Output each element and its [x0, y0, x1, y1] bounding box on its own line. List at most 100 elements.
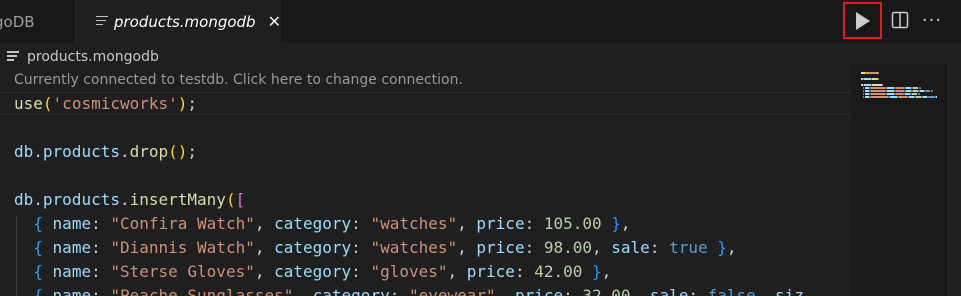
code-token: "gloves"	[370, 262, 448, 281]
tab-products-mongodb[interactable]: products.mongodb ✕	[76, 0, 281, 43]
minimap-token	[887, 87, 894, 89]
minimap-token	[871, 87, 885, 89]
split-editor-button[interactable]	[890, 10, 910, 30]
vertical-scrollbar[interactable]	[948, 64, 961, 296]
code-token: :	[91, 262, 111, 281]
minimap-token	[896, 87, 904, 89]
code-token: .	[119, 142, 130, 161]
more-actions-icon: ···	[921, 9, 943, 31]
minimap-token	[871, 90, 885, 92]
code-token: .	[33, 142, 43, 161]
code-token: ,	[755, 286, 776, 296]
code-token: {	[33, 214, 43, 233]
split-editor-icon	[891, 11, 909, 29]
code-token: "Diannis Watch"	[110, 238, 255, 257]
minimap[interactable]	[851, 64, 948, 296]
code-token: ,	[592, 238, 612, 257]
code-editor[interactable]: use('cosmicworks'); db.products.drop(); db…	[0, 92, 851, 296]
code-token: ,	[601, 262, 612, 281]
minimap-token	[878, 72, 879, 74]
code-token: false	[707, 286, 756, 296]
code-token: {	[33, 286, 43, 296]
file-lines-icon	[7, 51, 19, 63]
code-line: { name: "Confira Watch", category: "watc…	[14, 212, 631, 236]
code-token: name	[52, 262, 92, 281]
minimap-token	[899, 96, 907, 98]
code-token: sale	[649, 286, 689, 296]
code-token: price	[514, 286, 564, 296]
file-lines-icon	[96, 15, 108, 28]
code-line: { name: "Sterse Gloves", category: "glov…	[14, 260, 611, 284]
minimap-token	[919, 93, 920, 95]
connection-codelens[interactable]: Currently connected to testdb. Click her…	[14, 72, 463, 88]
code-token: insertMany	[129, 190, 226, 209]
code-token: name	[52, 238, 92, 257]
minimap-token	[865, 72, 877, 74]
code-token: ,	[293, 286, 313, 296]
code-token: ,	[620, 214, 631, 233]
code-line: use('cosmicworks');	[14, 92, 197, 116]
code-token: ,	[630, 286, 650, 296]
breadcrumb[interactable]: products.mongodb	[0, 46, 159, 68]
minimap-token	[896, 93, 903, 95]
minimap-token	[863, 96, 864, 98]
minimap-token	[864, 84, 871, 86]
code-token: }	[717, 238, 727, 257]
code-token: 32.00	[582, 286, 631, 296]
code-token: "Peache Sunglasses"	[110, 286, 294, 296]
code-token: "Sterse Gloves"	[110, 262, 255, 281]
code-token: name	[52, 286, 92, 296]
play-icon	[855, 11, 870, 30]
code-token: 42.00	[534, 262, 583, 281]
code-token: products	[42, 142, 120, 161]
close-tab-icon[interactable]: ✕	[268, 12, 281, 31]
code-token: ,	[254, 214, 275, 233]
code-token: ,	[254, 238, 275, 257]
tab-previous[interactable]: goDB	[0, 0, 76, 43]
code-token: ()	[168, 142, 188, 161]
minimap-token	[863, 90, 864, 92]
code-token: 105.00	[543, 214, 602, 233]
code-token: :	[389, 286, 409, 296]
minimap-token	[872, 84, 881, 86]
minimap-token	[926, 90, 930, 92]
code-token: ;	[187, 142, 198, 161]
code-token: :	[91, 214, 111, 233]
code-token: :	[351, 262, 371, 281]
code-token: name	[52, 214, 92, 233]
minimap-token	[863, 87, 864, 89]
code-token: price	[466, 262, 515, 281]
code-token: category	[312, 286, 390, 296]
code-token: ;	[187, 94, 198, 113]
code-token: :	[524, 214, 544, 233]
code-token: :	[91, 286, 111, 296]
code-line: { name: "Diannis Watch", category: "watc…	[14, 236, 737, 260]
run-button[interactable]	[843, 2, 882, 39]
code-token: .	[33, 190, 43, 209]
code-token: }	[611, 214, 621, 233]
minimap-token	[864, 78, 871, 80]
tab-bar: goDB products.mongodb ✕ ···	[0, 0, 961, 43]
breadcrumb-file[interactable]: products.mongodb	[27, 49, 159, 65]
code-token: :	[351, 214, 371, 233]
code-token: ,	[457, 214, 477, 233]
minimap-token	[887, 93, 894, 95]
code-token: ,	[726, 238, 737, 257]
code-token: :	[649, 238, 670, 257]
minimap-token	[912, 93, 917, 95]
minimap-token	[878, 78, 879, 80]
code-token: products	[42, 190, 120, 209]
more-actions-button[interactable]: ···	[920, 9, 944, 31]
code-line: db.products.insertMany([	[14, 188, 245, 212]
minimap-token	[896, 90, 904, 92]
tab-previous-label: goDB	[0, 12, 35, 31]
code-token: ,	[457, 238, 477, 257]
code-token: category	[274, 238, 352, 257]
code-token: :	[351, 238, 371, 257]
